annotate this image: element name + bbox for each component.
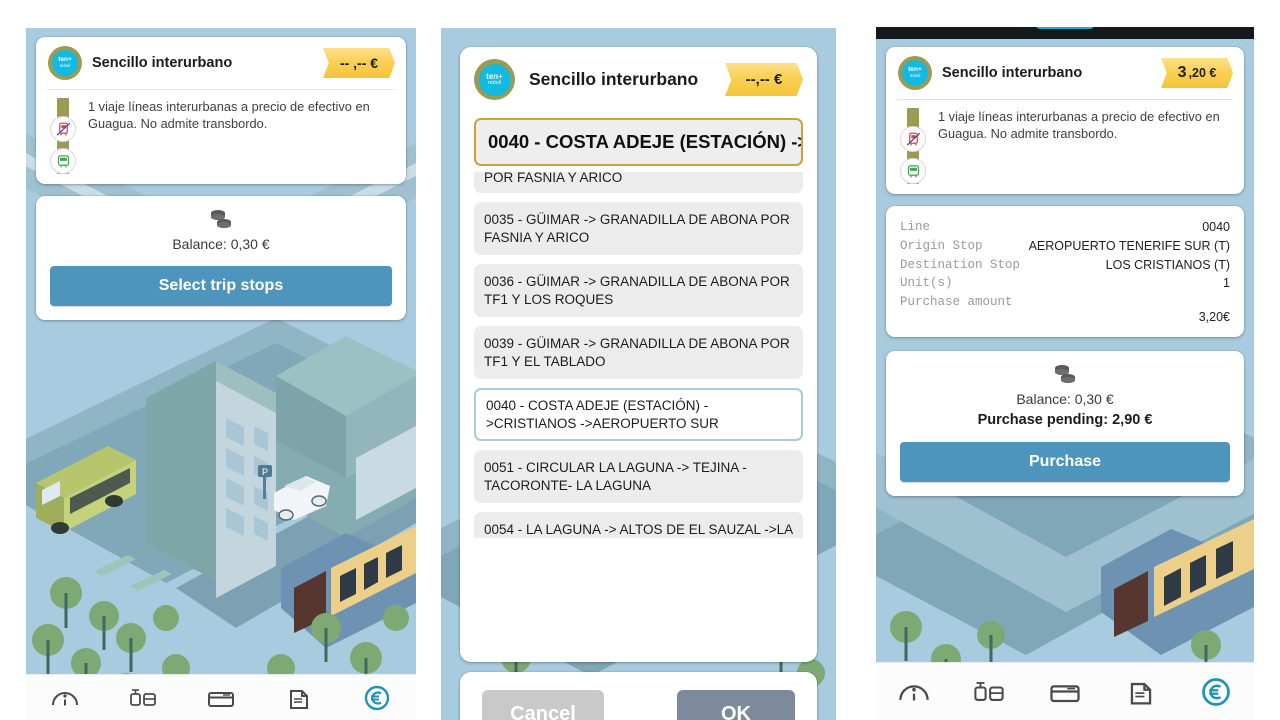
price-tag-value: --,-- € — [745, 71, 783, 88]
list-item[interactable]: POR FASNIA Y ARICO — [474, 172, 803, 193]
android-status-bar — [876, 27, 1254, 39]
detail-row: Purchase amount 3,20€ — [900, 293, 1230, 325]
nav-item-transport[interactable] — [104, 683, 182, 713]
transport-modes — [48, 98, 78, 174]
product-header-card: ten+ móvil Sencillo interurbano -- ,-- € — [36, 37, 406, 184]
detail-row: Line 0040 — [900, 218, 1230, 237]
detail-label: Line — [900, 220, 931, 234]
nav-item-euro-active[interactable] — [1178, 675, 1254, 709]
product-description-3: 1 viaje líneas interurbanas a precio de … — [938, 109, 1220, 142]
bottom-navigation-bar-3 — [876, 662, 1254, 720]
coins-icon — [50, 208, 392, 230]
panel-purchase-summary: ten+ móvil Sencillo interurbano 3,20 € 1… — [876, 27, 1254, 720]
select-trip-stops-button[interactable]: Select trip stops — [50, 266, 392, 306]
line-options-list[interactable]: POR FASNIA Y ARICO 0035 - GÜIMAR -> GRAN… — [474, 172, 803, 662]
list-item-selected[interactable]: 0040 - COSTA ADEJE (ESTACIÓN) ->CRISTIAN… — [474, 388, 803, 442]
list-item-label: 0054 - LA LAGUNA -> ALTOS DE EL SAUZAL -… — [484, 522, 793, 538]
nav-item-info[interactable] — [876, 675, 952, 709]
selected-line-text: 0040 - COSTA ADEJE (ESTACIÓN) ->CRI — [488, 131, 801, 152]
list-item[interactable]: 0039 - GÜIMAR -> GRANADILLA DE ABONA POR… — [474, 326, 803, 380]
brand-logo-bottom: móvil — [909, 72, 921, 78]
transport-modes-3 — [898, 108, 928, 184]
balance-card: Balance: 0,30 € Select trip stops — [36, 196, 406, 320]
price-tag-filled: 3,20 € — [1161, 58, 1233, 88]
screenshot-stage: P ten+ móvil Sencillo interurbano -- ,--… — [0, 0, 1280, 720]
cancel-button[interactable]: Cancel — [482, 690, 604, 720]
detail-value: 3,20€ — [1198, 310, 1230, 324]
panel-product-overview: P ten+ móvil Sencillo interurbano -- ,--… — [26, 28, 416, 720]
product-title-3: Sencillo interurbano — [942, 65, 1083, 81]
price-tag-cents: ,20 € — [1188, 66, 1217, 80]
dialog-actions-card: Cancel OK — [460, 672, 817, 720]
purchase-button[interactable]: Purchase — [900, 442, 1230, 482]
status-bar-notch — [1036, 27, 1094, 29]
brand-logo-bottom: móvil — [59, 62, 71, 68]
price-tag-integer: 3 — [1177, 64, 1187, 81]
brand-logo-bottom: móvil — [487, 79, 502, 86]
detail-value: LOS CRISTIANOS (T) — [1105, 257, 1230, 272]
balance-label-3: Balance: 0,30 € — [1016, 391, 1114, 407]
price-tag-dialog: --,-- € — [725, 63, 803, 96]
list-item[interactable]: 0036 - GÜIMAR -> GRANADILLA DE ABONA POR… — [474, 264, 803, 318]
nav-item-transport[interactable] — [952, 675, 1028, 709]
brand-logo-3: ten+ móvil — [898, 56, 932, 90]
list-item-label: POR FASNIA Y ARICO — [484, 172, 623, 185]
list-item[interactable]: 0035 - GÜIMAR -> GRANADILLA DE ABONA POR… — [474, 202, 803, 256]
detail-value: AEROPUERTO TENERIFE SUR (T) — [1028, 238, 1230, 253]
bottom-navigation-bar — [26, 674, 416, 720]
brand-logo-dialog: ten+ móvil — [474, 59, 515, 100]
purchase-pending-label: Purchase pending: 2,90 € — [977, 412, 1153, 428]
coins-icon-3 — [900, 363, 1230, 385]
list-item-label: 0040 - COSTA ADEJE (ESTACIÓN) ->CRISTIAN… — [486, 398, 719, 431]
nav-item-document[interactable] — [1103, 675, 1179, 709]
nav-item-euro[interactable] — [338, 683, 416, 713]
product-title-dialog: Sencillo interurbano — [529, 69, 699, 89]
detail-label: Purchase amount — [900, 295, 1013, 309]
purchase-card: Balance: 0,30 € Purchase pending: 2,90 €… — [886, 351, 1244, 496]
list-item-label: 0035 - GÜIMAR -> GRANADILLA DE ABONA POR… — [484, 212, 790, 245]
product-description: 1 viaje líneas interurbanas a precio de … — [88, 99, 370, 132]
line-picker-dialog-card: ten+ móvil Sencillo interurbano --,-- € … — [460, 47, 817, 662]
tram-denied-icon — [900, 126, 926, 152]
nav-item-card[interactable] — [182, 683, 260, 713]
list-item[interactable]: 0054 - LA LAGUNA -> ALTOS DE EL SAUZAL -… — [474, 512, 803, 539]
list-item-label: 0039 - GÜIMAR -> GRANADILLA DE ABONA POR… — [484, 336, 790, 369]
brand-logo: ten+ móvil — [48, 46, 82, 80]
list-item-label: 0036 - GÜIMAR -> GRANADILLA DE ABONA POR… — [484, 274, 790, 307]
trip-detail-card: Line 0040 Origin Stop AEROPUERTO TENERIF… — [886, 206, 1244, 337]
product-title: Sencillo interurbano — [92, 55, 233, 71]
detail-row: Origin Stop AEROPUERTO TENERIFE SUR (T) — [900, 237, 1230, 256]
nav-item-info[interactable] — [26, 683, 104, 713]
detail-label: Destination Stop — [900, 257, 1021, 272]
price-tag-value: -- ,-- € — [339, 55, 379, 71]
nav-item-card[interactable] — [1027, 675, 1103, 709]
product-header-card-3: ten+ móvil Sencillo interurbano 3,20 € 1… — [886, 47, 1244, 194]
svg-text:P: P — [262, 467, 268, 477]
price-tag: -- ,-- € — [323, 48, 395, 78]
detail-label: Unit(s) — [900, 276, 953, 291]
detail-value: 1 — [1223, 276, 1230, 291]
detail-row: Unit(s) 1 — [900, 274, 1230, 293]
balance-label: Balance: 0,30 € — [172, 236, 270, 252]
nav-item-document[interactable] — [260, 683, 338, 713]
detail-row: Destination Stop LOS CRISTIANOS (T) — [900, 256, 1230, 275]
detail-value: 0040 — [1202, 220, 1230, 234]
selected-line-display[interactable]: 0040 - COSTA ADEJE (ESTACIÓN) ->CRI — [474, 118, 803, 166]
bus-allowed-icon — [900, 158, 926, 184]
bus-allowed-icon — [50, 148, 76, 174]
detail-label: Origin Stop — [900, 238, 983, 253]
list-item[interactable]: 0051 - CIRCULAR LA LAGUNA -> TEJINA - TA… — [474, 450, 803, 504]
ok-button[interactable]: OK — [677, 690, 795, 720]
panel-line-picker-dialog: ten+ móvil Sencillo interurbano --,-- € … — [441, 28, 836, 720]
list-item-label: 0051 - CIRCULAR LA LAGUNA -> TEJINA - TA… — [484, 460, 747, 493]
tram-denied-icon — [50, 116, 76, 142]
